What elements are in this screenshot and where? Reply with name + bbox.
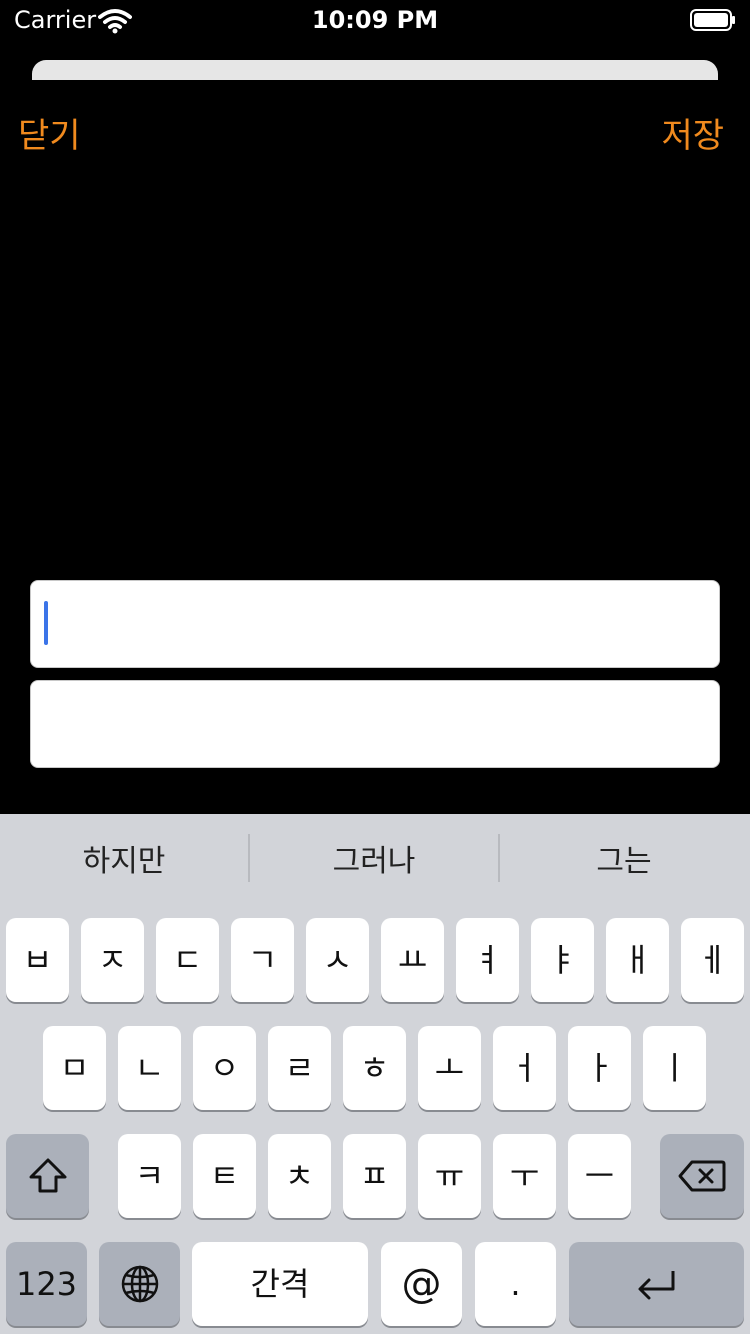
key[interactable]: ㅣ — [643, 1026, 706, 1110]
key[interactable]: ㅏ — [568, 1026, 631, 1110]
key[interactable]: ㅍ — [343, 1134, 406, 1218]
keyboard: 하지만 그러나 그는 ㅂ ㅈ ㄷ ㄱ ㅅ ㅛ ㅕ ㅑ ㅐ ㅔ ㅁ ㄴ ㅇ ㄹ ㅎ… — [0, 814, 750, 1334]
sheet-top — [0, 80, 750, 100]
key[interactable]: ㅗ — [418, 1026, 481, 1110]
battery-icon — [690, 9, 735, 31]
key[interactable]: ㄷ — [156, 918, 219, 1002]
key[interactable]: ㅠ — [418, 1134, 481, 1218]
key[interactable]: ㅔ — [681, 918, 744, 1002]
key[interactable]: ㅈ — [81, 918, 144, 1002]
suggestion-3[interactable]: 그는 — [500, 814, 748, 906]
period-key[interactable]: . — [475, 1242, 556, 1326]
key[interactable]: ㅇ — [193, 1026, 256, 1110]
globe-key[interactable] — [99, 1242, 180, 1326]
key[interactable]: ㅌ — [193, 1134, 256, 1218]
clock: 10:09 PM — [311, 6, 439, 34]
backspace-key[interactable] — [660, 1134, 744, 1218]
key[interactable]: ㅑ — [531, 918, 594, 1002]
key[interactable]: ㄱ — [231, 918, 294, 1002]
key[interactable]: ㅐ — [606, 918, 669, 1002]
numbers-key[interactable]: 123 — [6, 1242, 87, 1326]
key[interactable]: ㅋ — [118, 1134, 181, 1218]
key[interactable]: ㅕ — [456, 918, 519, 1002]
at-key[interactable]: @ — [381, 1242, 462, 1326]
space-key[interactable]: 간격 — [192, 1242, 368, 1326]
key[interactable]: ㅁ — [43, 1026, 106, 1110]
save-button[interactable]: 저장 — [661, 108, 724, 157]
status-bar: Carrier 10:09 PM — [0, 0, 750, 40]
key[interactable]: ㄴ — [118, 1026, 181, 1110]
suggestion-1[interactable]: 하지만 — [0, 814, 248, 906]
backspace-icon — [678, 1160, 726, 1192]
key[interactable]: ㅛ — [381, 918, 444, 1002]
key[interactable]: ㅎ — [343, 1026, 406, 1110]
text-caret — [44, 601, 48, 645]
key[interactable]: ㅡ — [568, 1134, 631, 1218]
close-button[interactable]: 닫기 — [18, 108, 81, 157]
key[interactable]: ㅊ — [268, 1134, 331, 1218]
shift-icon — [29, 1158, 66, 1193]
return-icon — [638, 1271, 674, 1300]
text-field-secondary[interactable] — [30, 680, 720, 768]
key[interactable]: ㅜ — [493, 1134, 556, 1218]
key[interactable]: ㅅ — [306, 918, 369, 1002]
text-field-primary[interactable] — [30, 580, 720, 668]
shift-key[interactable] — [6, 1134, 89, 1218]
key[interactable]: ㅂ — [6, 918, 69, 1002]
suggestion-2[interactable]: 그러나 — [250, 814, 498, 906]
globe-icon — [121, 1265, 158, 1303]
key[interactable]: ㅓ — [493, 1026, 556, 1110]
key[interactable]: ㄹ — [268, 1026, 331, 1110]
return-key[interactable] — [569, 1242, 744, 1326]
